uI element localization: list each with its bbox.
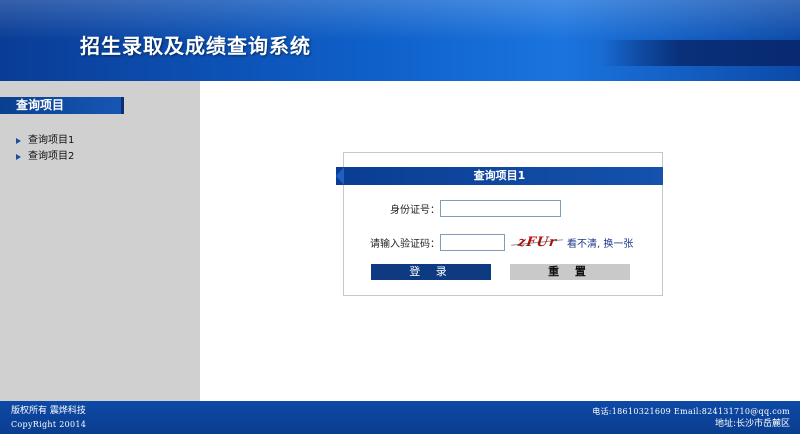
captcha-input[interactable] <box>440 233 505 251</box>
query-panel: 查询项目1 身份证号： 请输入验证码： zFUr 看不清, 换一张 登 录 重 … <box>336 152 663 296</box>
id-number-label: 身份证号： <box>390 205 440 216</box>
id-number-row: 身份证号： <box>344 200 662 217</box>
sidebar-heading: 查询项目 <box>0 97 124 114</box>
captcha-image[interactable]: zFUr <box>511 233 563 251</box>
sidebar: 查询项目 查询项目1 查询项目2 <box>0 81 200 401</box>
sidebar-item-query-2[interactable]: 查询项目2 <box>16 149 74 165</box>
header-band <box>600 40 800 66</box>
reset-button[interactable]: 重 置 <box>510 264 630 280</box>
footer-right: 电话:18610321609 Email:824131710@qq.com 地址… <box>592 405 790 431</box>
header-banner: 招生录取及成绩查询系统 <box>0 0 800 81</box>
copyright-text: 版权所有 震烨科技 <box>11 406 86 416</box>
sidebar-item-label: 查询项目2 <box>28 151 75 162</box>
triangle-right-icon <box>16 154 21 160</box>
copyright-year: CopyRight 20014 <box>11 420 87 429</box>
contact-info: 电话:18610321609 Email:824131710@qq.com <box>592 407 790 416</box>
sidebar-item-label: 查询项目1 <box>28 135 75 146</box>
captcha-row: 请输入验证码： zFUr 看不清, 换一张 <box>344 233 662 251</box>
footer: 版权所有 震烨科技 CopyRight 20014 电话:18610321609… <box>0 401 800 434</box>
panel-header: 查询项目1 <box>336 167 663 185</box>
panel-title: 查询项目1 <box>473 169 526 182</box>
address-info: 地址:长沙市岳麓区 <box>714 419 790 429</box>
id-number-input[interactable] <box>440 200 561 217</box>
sidebar-item-query-1[interactable]: 查询项目1 <box>16 133 74 149</box>
login-button[interactable]: 登 录 <box>371 264 491 280</box>
refresh-captcha-link[interactable]: 看不清, 换一张 <box>567 235 633 250</box>
page-title: 招生录取及成绩查询系统 <box>80 34 311 58</box>
triangle-right-icon <box>16 138 21 144</box>
sidebar-list: 查询项目1 查询项目2 <box>16 133 74 165</box>
footer-left: 版权所有 震烨科技 CopyRight 20014 <box>11 405 86 431</box>
captcha-label: 请输入验证码： <box>370 238 440 250</box>
